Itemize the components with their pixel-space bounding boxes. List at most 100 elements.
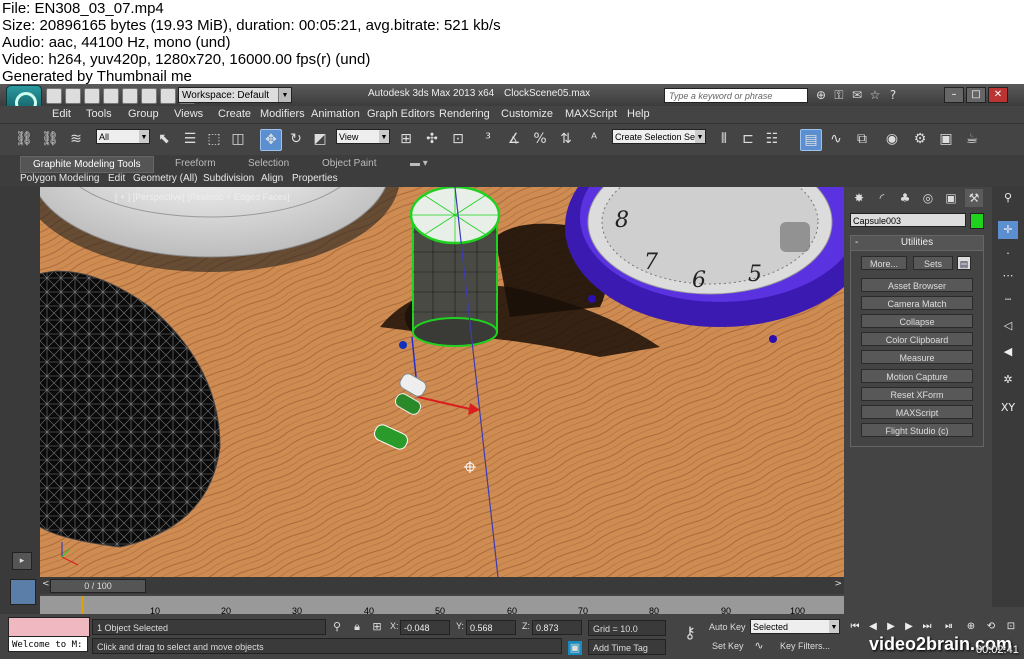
set-key-button[interactable]: Set Key bbox=[712, 641, 744, 651]
panel-geometry-all[interactable]: Geometry (All) bbox=[133, 172, 197, 186]
perspective-viewport[interactable]: 8 7 6 5 [+] [Perspective] [Realistic +… bbox=[40, 187, 844, 577]
more-button[interactable]: More... bbox=[861, 256, 907, 270]
select-by-name-icon[interactable]: ☰ bbox=[180, 129, 200, 149]
z-coordinate-field[interactable]: 0.873 bbox=[532, 620, 582, 635]
spinner-snap-icon[interactable]: ⇅ bbox=[556, 129, 576, 149]
utility-reset-xform[interactable]: Reset XForm bbox=[861, 387, 973, 401]
object-color-swatch[interactable] bbox=[970, 213, 984, 229]
graphite-toggle-icon[interactable]: ▤ bbox=[800, 129, 822, 151]
track-bar[interactable]: 10 20 30 40 50 60 70 80 90 100 bbox=[40, 596, 844, 616]
save-file-icon[interactable] bbox=[84, 88, 100, 104]
object-name-field[interactable]: Capsule003 bbox=[850, 213, 966, 227]
configure-sets-icon[interactable]: ▤ bbox=[957, 256, 971, 270]
communication-icon[interactable]: ✉ bbox=[850, 88, 864, 102]
menu-maxscript[interactable]: MAXScript bbox=[565, 108, 617, 120]
time-tag-icon[interactable]: ▣ bbox=[568, 641, 582, 655]
add-time-tag-button[interactable]: Add Time Tag bbox=[588, 639, 666, 655]
tab-selection[interactable]: Selection bbox=[248, 156, 289, 171]
utility-motion-capture[interactable]: Motion Capture bbox=[861, 369, 973, 383]
rectangular-selection-icon[interactable]: ⬚ bbox=[204, 129, 224, 149]
utility-maxscript[interactable]: MAXScript bbox=[861, 405, 973, 419]
selection-filter-dropdown[interactable]: All ▼ bbox=[96, 129, 150, 144]
schematic-view-icon[interactable]: ⧉ bbox=[852, 129, 872, 149]
align-icon[interactable]: ⊏ bbox=[738, 129, 758, 149]
utilities-tab-icon[interactable]: ⚒ bbox=[965, 189, 983, 207]
midpoint-snap-icon[interactable]: ✲ bbox=[998, 371, 1018, 389]
grid-point-snap-icon[interactable]: ✛ bbox=[998, 221, 1018, 239]
unlink-icon[interactable]: ⛓ bbox=[40, 129, 60, 149]
go-to-start-icon[interactable]: ⏮ bbox=[848, 620, 862, 634]
tab-object-paint[interactable]: Object Paint bbox=[322, 156, 376, 171]
pivot-center-icon[interactable]: ⊞ bbox=[396, 129, 416, 149]
mirror-icon[interactable]: ⫴ bbox=[714, 129, 734, 149]
redo-icon[interactable] bbox=[141, 88, 157, 104]
maximize-viewport-icon[interactable]: ⊡ bbox=[1004, 620, 1018, 634]
window-crossing-icon[interactable]: ◫ bbox=[228, 129, 248, 149]
selection-lock-icon[interactable]: 🔒︎ bbox=[350, 620, 364, 634]
tab-freeform[interactable]: Freeform bbox=[175, 156, 216, 171]
reference-coordinate-dropdown[interactable]: View ▼ bbox=[336, 129, 390, 144]
panel-polygon-modeling[interactable]: Polygon Modeling bbox=[20, 172, 100, 186]
close-button[interactable]: ✕ bbox=[988, 87, 1008, 103]
keyboard-shortcut-override-icon[interactable]: ⊡ bbox=[448, 129, 468, 149]
menu-animation[interactable]: Animation bbox=[311, 108, 360, 120]
modify-tab-icon[interactable]: ◜ bbox=[873, 189, 891, 207]
search-input[interactable]: Type a keyword or phrase bbox=[664, 88, 808, 103]
menu-modifiers[interactable]: Modifiers bbox=[260, 108, 305, 120]
panel-subdivision[interactable]: Subdivision bbox=[203, 172, 254, 186]
auto-key-button[interactable]: Auto Key bbox=[709, 622, 746, 632]
utility-asset-browser[interactable]: Asset Browser bbox=[861, 278, 973, 292]
magnet-icon[interactable]: ⚲ bbox=[998, 189, 1018, 207]
snaps-toggle-icon[interactable]: ³ bbox=[478, 129, 498, 149]
mini-curve-editor-button[interactable] bbox=[10, 579, 36, 605]
edit-named-selection-icon[interactable]: ᴬ bbox=[584, 129, 604, 149]
menu-graph-editors[interactable]: Graph Editors bbox=[367, 108, 435, 120]
new-file-icon[interactable] bbox=[46, 88, 62, 104]
y-coordinate-field[interactable]: 0.568 bbox=[466, 620, 516, 635]
menu-tools[interactable]: Tools bbox=[86, 108, 112, 120]
utility-measure[interactable]: Measure bbox=[861, 350, 973, 364]
material-editor-icon[interactable]: ◉ bbox=[882, 129, 902, 149]
select-and-move-icon[interactable]: ✥ bbox=[260, 129, 282, 151]
motion-tab-icon[interactable]: ◎ bbox=[919, 189, 937, 207]
next-frame-icon[interactable]: ▶ bbox=[902, 620, 916, 634]
tab-graphite-modeling-tools[interactable]: Graphite Modeling Tools bbox=[20, 156, 154, 173]
curve-editor-icon[interactable]: ∿ bbox=[826, 129, 846, 149]
expand-track-icon[interactable]: ▸ bbox=[12, 552, 32, 570]
select-and-link-icon[interactable]: ⛓ bbox=[14, 129, 34, 149]
perpendicular-snap-icon[interactable]: ◀ bbox=[998, 343, 1018, 361]
utility-collapse[interactable]: Collapse bbox=[861, 314, 973, 328]
previous-frame-icon[interactable]: ◀ bbox=[866, 620, 880, 634]
select-and-rotate-icon[interactable]: ↻ bbox=[286, 129, 306, 149]
open-file-icon[interactable] bbox=[65, 88, 81, 104]
go-to-end-icon[interactable]: ⏭ bbox=[920, 620, 934, 634]
undo-icon[interactable] bbox=[103, 88, 119, 104]
isolate-selection-icon[interactable]: ⚲ bbox=[330, 620, 344, 634]
absolute-mode-icon[interactable]: ⊞ bbox=[370, 620, 384, 634]
binoculars-icon[interactable]: ⊕ bbox=[814, 88, 828, 102]
layer-manager-icon[interactable]: ☷ bbox=[762, 129, 782, 149]
zoom-extents-icon[interactable]: ⊕ bbox=[964, 620, 978, 634]
utilities-rollout-header[interactable]: - Utilities bbox=[851, 236, 983, 251]
slider-next-icon[interactable]: > bbox=[834, 579, 842, 589]
play-icon[interactable]: ▶ bbox=[884, 620, 898, 634]
maxscript-mini-listener[interactable]: Welcome to M: bbox=[8, 636, 88, 652]
render-production-icon[interactable]: ☕ bbox=[962, 129, 982, 149]
minimize-button[interactable]: – bbox=[944, 87, 964, 103]
maxscript-listener-output[interactable] bbox=[8, 617, 90, 637]
menu-customize[interactable]: Customize bbox=[501, 108, 553, 120]
time-slider[interactable]: 0 / 100 < > bbox=[40, 577, 844, 594]
slider-prev-icon[interactable]: < bbox=[42, 579, 50, 589]
key-mode-dropdown[interactable]: Selected ▼ bbox=[750, 619, 840, 634]
percent-snap-icon[interactable]: % bbox=[530, 129, 550, 149]
x-coordinate-field[interactable]: -0.048 bbox=[400, 620, 450, 635]
key-curve-icon[interactable]: ∿ bbox=[752, 639, 766, 653]
key-mode-toggle-icon[interactable]: ⏯ bbox=[942, 620, 956, 634]
utility-camera-match[interactable]: Camera Match bbox=[861, 296, 973, 310]
menu-group[interactable]: Group bbox=[128, 108, 159, 120]
panel-properties[interactable]: Properties bbox=[292, 172, 338, 186]
panel-align[interactable]: Align bbox=[261, 172, 283, 186]
select-and-scale-icon[interactable]: ◩ bbox=[310, 129, 330, 149]
angle-snap-icon[interactable]: ∡ bbox=[504, 129, 524, 149]
named-selection-dropdown[interactable]: Create Selection Se ▼ bbox=[612, 129, 706, 144]
